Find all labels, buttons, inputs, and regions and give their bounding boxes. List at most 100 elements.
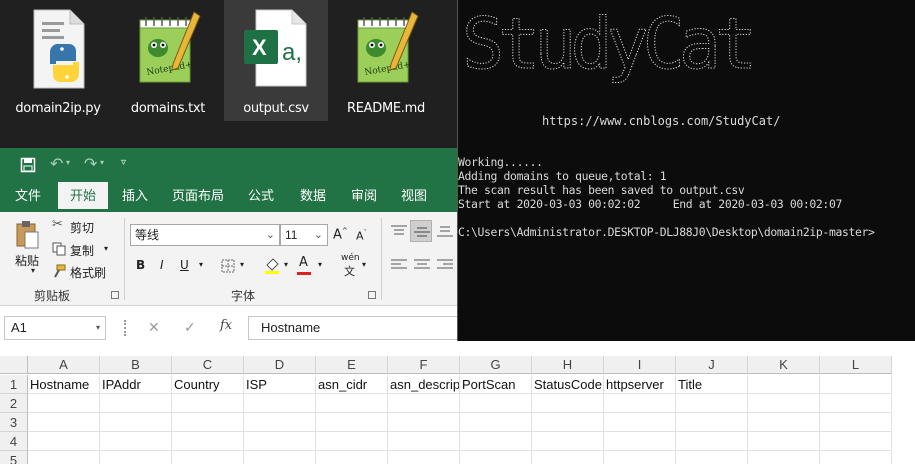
tab-formulas[interactable]: 公式	[239, 182, 283, 212]
cell[interactable]	[460, 413, 532, 432]
cell[interactable]: PortScan	[460, 375, 532, 394]
copy-dropdown-icon[interactable]: ▾	[104, 244, 108, 253]
cell[interactable]	[532, 432, 604, 451]
column-header[interactable]: F	[388, 356, 460, 374]
cell[interactable]: Title	[676, 375, 748, 394]
name-box-dropdown-icon[interactable]: ▾	[96, 317, 100, 339]
undo-icon[interactable]: ↶	[50, 154, 63, 174]
decrease-font-size-icon[interactable]: Aˇ	[356, 229, 367, 243]
cell[interactable]	[28, 451, 100, 464]
cell[interactable]	[820, 432, 892, 451]
cell[interactable]: asn_cidr	[316, 375, 388, 394]
underline-dropdown-icon[interactable]: ▾	[199, 260, 203, 269]
file-item[interactable]: Notepad+ README.md	[334, 0, 438, 121]
row-header[interactable]: 4	[0, 432, 28, 451]
cell[interactable]	[100, 394, 172, 413]
cell[interactable]: StatusCode	[532, 375, 604, 394]
cell[interactable]	[604, 451, 676, 464]
file-item[interactable]: X a, output.csv	[224, 0, 328, 121]
column-header[interactable]: E	[316, 356, 388, 374]
column-header[interactable]: I	[604, 356, 676, 374]
cell[interactable]	[244, 413, 316, 432]
cell[interactable]	[748, 394, 820, 413]
cell[interactable]	[388, 394, 460, 413]
insert-function-icon[interactable]: fx	[220, 318, 232, 333]
paste-label[interactable]: 粘贴	[15, 252, 39, 269]
cell[interactable]: Country	[172, 375, 244, 394]
cell[interactable]	[676, 451, 748, 464]
row-header[interactable]: 1	[0, 375, 28, 394]
tab-home[interactable]: 开始	[58, 182, 108, 212]
cell[interactable]	[676, 413, 748, 432]
terminal-window[interactable]: StudyCat https://www.cnblogs.com/StudyCa…	[457, 0, 915, 341]
cell[interactable]	[172, 413, 244, 432]
cell[interactable]	[748, 413, 820, 432]
cell[interactable]	[316, 451, 388, 464]
cell[interactable]	[604, 432, 676, 451]
column-header[interactable]: G	[460, 356, 532, 374]
column-header[interactable]: C	[172, 356, 244, 374]
cell[interactable]	[460, 451, 532, 464]
tab-review[interactable]: 审阅	[342, 182, 386, 212]
chevron-down-icon[interactable]: ⌄	[266, 225, 275, 245]
cell[interactable]	[100, 432, 172, 451]
font-name-select[interactable]: 等线 ⌄	[130, 224, 280, 246]
italic-button[interactable]: I	[160, 258, 164, 272]
redo-dropdown-icon[interactable]: ▾	[100, 158, 104, 167]
undo-dropdown-icon[interactable]: ▾	[66, 158, 70, 167]
paste-icon[interactable]	[14, 220, 40, 250]
cell[interactable]	[460, 432, 532, 451]
borders-icon[interactable]	[221, 259, 235, 273]
cell[interactable]: httpserver	[604, 375, 676, 394]
column-header[interactable]: J	[676, 356, 748, 374]
customize-toolbar-icon[interactable]: ▿	[121, 157, 126, 168]
cell[interactable]	[460, 394, 532, 413]
cell[interactable]	[604, 413, 676, 432]
font-size-select[interactable]: 11 ⌄	[280, 224, 328, 246]
cell[interactable]	[316, 394, 388, 413]
cell[interactable]	[676, 394, 748, 413]
cell[interactable]	[28, 394, 100, 413]
column-header[interactable]: H	[532, 356, 604, 374]
cell[interactable]	[28, 432, 100, 451]
cell[interactable]	[820, 413, 892, 432]
column-header[interactable]: D	[244, 356, 316, 374]
cell[interactable]	[100, 413, 172, 432]
cell[interactable]	[316, 413, 388, 432]
cut-button[interactable]: 剪切	[70, 219, 94, 236]
cell[interactable]	[820, 451, 892, 464]
cell[interactable]: Hostname	[28, 375, 100, 394]
cell[interactable]	[820, 375, 892, 394]
cell[interactable]	[172, 394, 244, 413]
cell[interactable]	[316, 432, 388, 451]
font-color-button[interactable]: A	[299, 255, 308, 270]
cell[interactable]	[748, 375, 820, 394]
borders-dropdown-icon[interactable]: ▾	[240, 260, 244, 269]
cell[interactable]	[820, 394, 892, 413]
paste-dropdown-icon[interactable]: ▾	[31, 266, 35, 275]
align-middle-button[interactable]	[410, 220, 432, 242]
increase-font-size-icon[interactable]: A^	[333, 227, 348, 242]
tab-view[interactable]: 视图	[392, 182, 436, 212]
splitter-handle[interactable]	[124, 320, 126, 336]
align-bottom-icon[interactable]	[436, 224, 454, 238]
font-dialog-launcher[interactable]	[368, 291, 376, 299]
align-right-icon[interactable]	[436, 258, 454, 272]
column-header[interactable]: A	[28, 356, 100, 374]
cell[interactable]: IPAddr	[100, 375, 172, 394]
column-header[interactable]: L	[820, 356, 892, 374]
phonetic-dropdown-icon[interactable]: ▾	[362, 260, 366, 269]
cell[interactable]	[388, 451, 460, 464]
align-center-icon[interactable]	[413, 258, 431, 272]
row-header[interactable]: 3	[0, 413, 28, 432]
row-header[interactable]: 5	[0, 451, 28, 464]
cell[interactable]	[172, 432, 244, 451]
column-header[interactable]: B	[100, 356, 172, 374]
cell[interactable]	[676, 432, 748, 451]
align-top-icon[interactable]	[390, 224, 408, 238]
cell[interactable]	[532, 394, 604, 413]
tab-data[interactable]: 数据	[291, 182, 335, 212]
cancel-icon[interactable]: ✕	[148, 319, 160, 336]
cell[interactable]	[172, 451, 244, 464]
tab-file[interactable]: 文件	[6, 182, 50, 212]
